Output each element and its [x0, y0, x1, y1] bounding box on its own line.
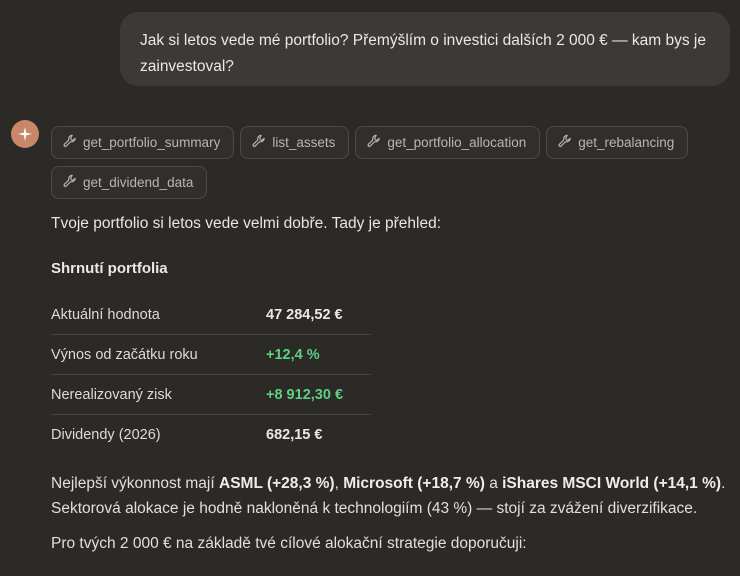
summary-row: Výnos od začátku roku +12,4 %: [51, 335, 371, 375]
separator: ,: [334, 475, 344, 492]
tool-call-label: get_dividend_data: [83, 175, 194, 190]
tool-call-label: get_rebalancing: [578, 135, 675, 150]
top-asset-microsoft: Microsoft (+18,7 %): [343, 475, 485, 492]
tool-call-chip[interactable]: get_portfolio_allocation: [355, 126, 541, 159]
summary-value: 47 284,52 €: [266, 306, 343, 323]
wrench-icon: [252, 134, 266, 151]
sparkle-icon: [18, 127, 32, 141]
summary-label: Nerealizovaný zisk: [51, 386, 172, 403]
tool-call-chip[interactable]: get_rebalancing: [546, 126, 689, 159]
top-asset-ishares: iShares MSCI World (+14,1 %): [502, 475, 722, 492]
tool-call-label: list_assets: [272, 135, 336, 150]
wrench-icon: [63, 174, 77, 191]
tool-call-list: get_portfolio_summary list_assets get_port…: [51, 126, 731, 199]
performance-paragraph: Nejlepší výkonnost mají ASML (+28,3 %), …: [51, 471, 736, 521]
summary-label: Výnos od začátku roku: [51, 346, 198, 363]
summary-title: Shrnutí portfolia: [51, 260, 168, 277]
wrench-icon: [367, 134, 381, 151]
top-asset-asml: ASML (+28,3 %): [219, 475, 335, 492]
tool-call-chip[interactable]: get_portfolio_summary: [51, 126, 235, 159]
wrench-icon: [558, 134, 572, 151]
portfolio-summary-table: Aktuální hodnota 47 284,52 € Výnos od začá…: [51, 295, 371, 455]
summary-label: Aktuální hodnota: [51, 306, 160, 323]
tool-call-label: get_portfolio_summary: [83, 135, 221, 150]
assistant-intro: Tvoje portfolio si letos vede velmi dobř…: [51, 215, 442, 232]
assistant-avatar: [11, 120, 39, 148]
summary-row: Dividendy (2026) 682,15 €: [51, 415, 371, 455]
chat-page: Jak si letos vede mé portfolio? Přemýšlí…: [0, 0, 740, 576]
tool-call-chip[interactable]: get_dividend_data: [51, 166, 208, 199]
summary-value: +12,4 %: [266, 346, 320, 363]
summary-row: Nerealizovaný zisk +8 912,30 €: [51, 375, 371, 415]
performance-lead: Nejlepší výkonnost mají: [51, 475, 219, 492]
summary-row: Aktuální hodnota 47 284,52 €: [51, 295, 371, 335]
summary-label: Dividendy (2026): [51, 427, 161, 443]
summary-value: 682,15 €: [266, 427, 323, 443]
user-message-bubble: Jak si letos vede mé portfolio? Přemýšlí…: [120, 12, 730, 86]
wrench-icon: [63, 134, 77, 151]
summary-value: +8 912,30 €: [266, 386, 344, 403]
tool-call-label: get_portfolio_allocation: [387, 135, 527, 150]
tool-call-chip[interactable]: list_assets: [240, 126, 350, 159]
separator: a: [484, 475, 503, 492]
recommendation-lead: Pro tvých 2 000 € na základě tvé cílové …: [51, 535, 527, 552]
user-message-text: Jak si letos vede mé portfolio? Přemýšlí…: [140, 32, 706, 75]
